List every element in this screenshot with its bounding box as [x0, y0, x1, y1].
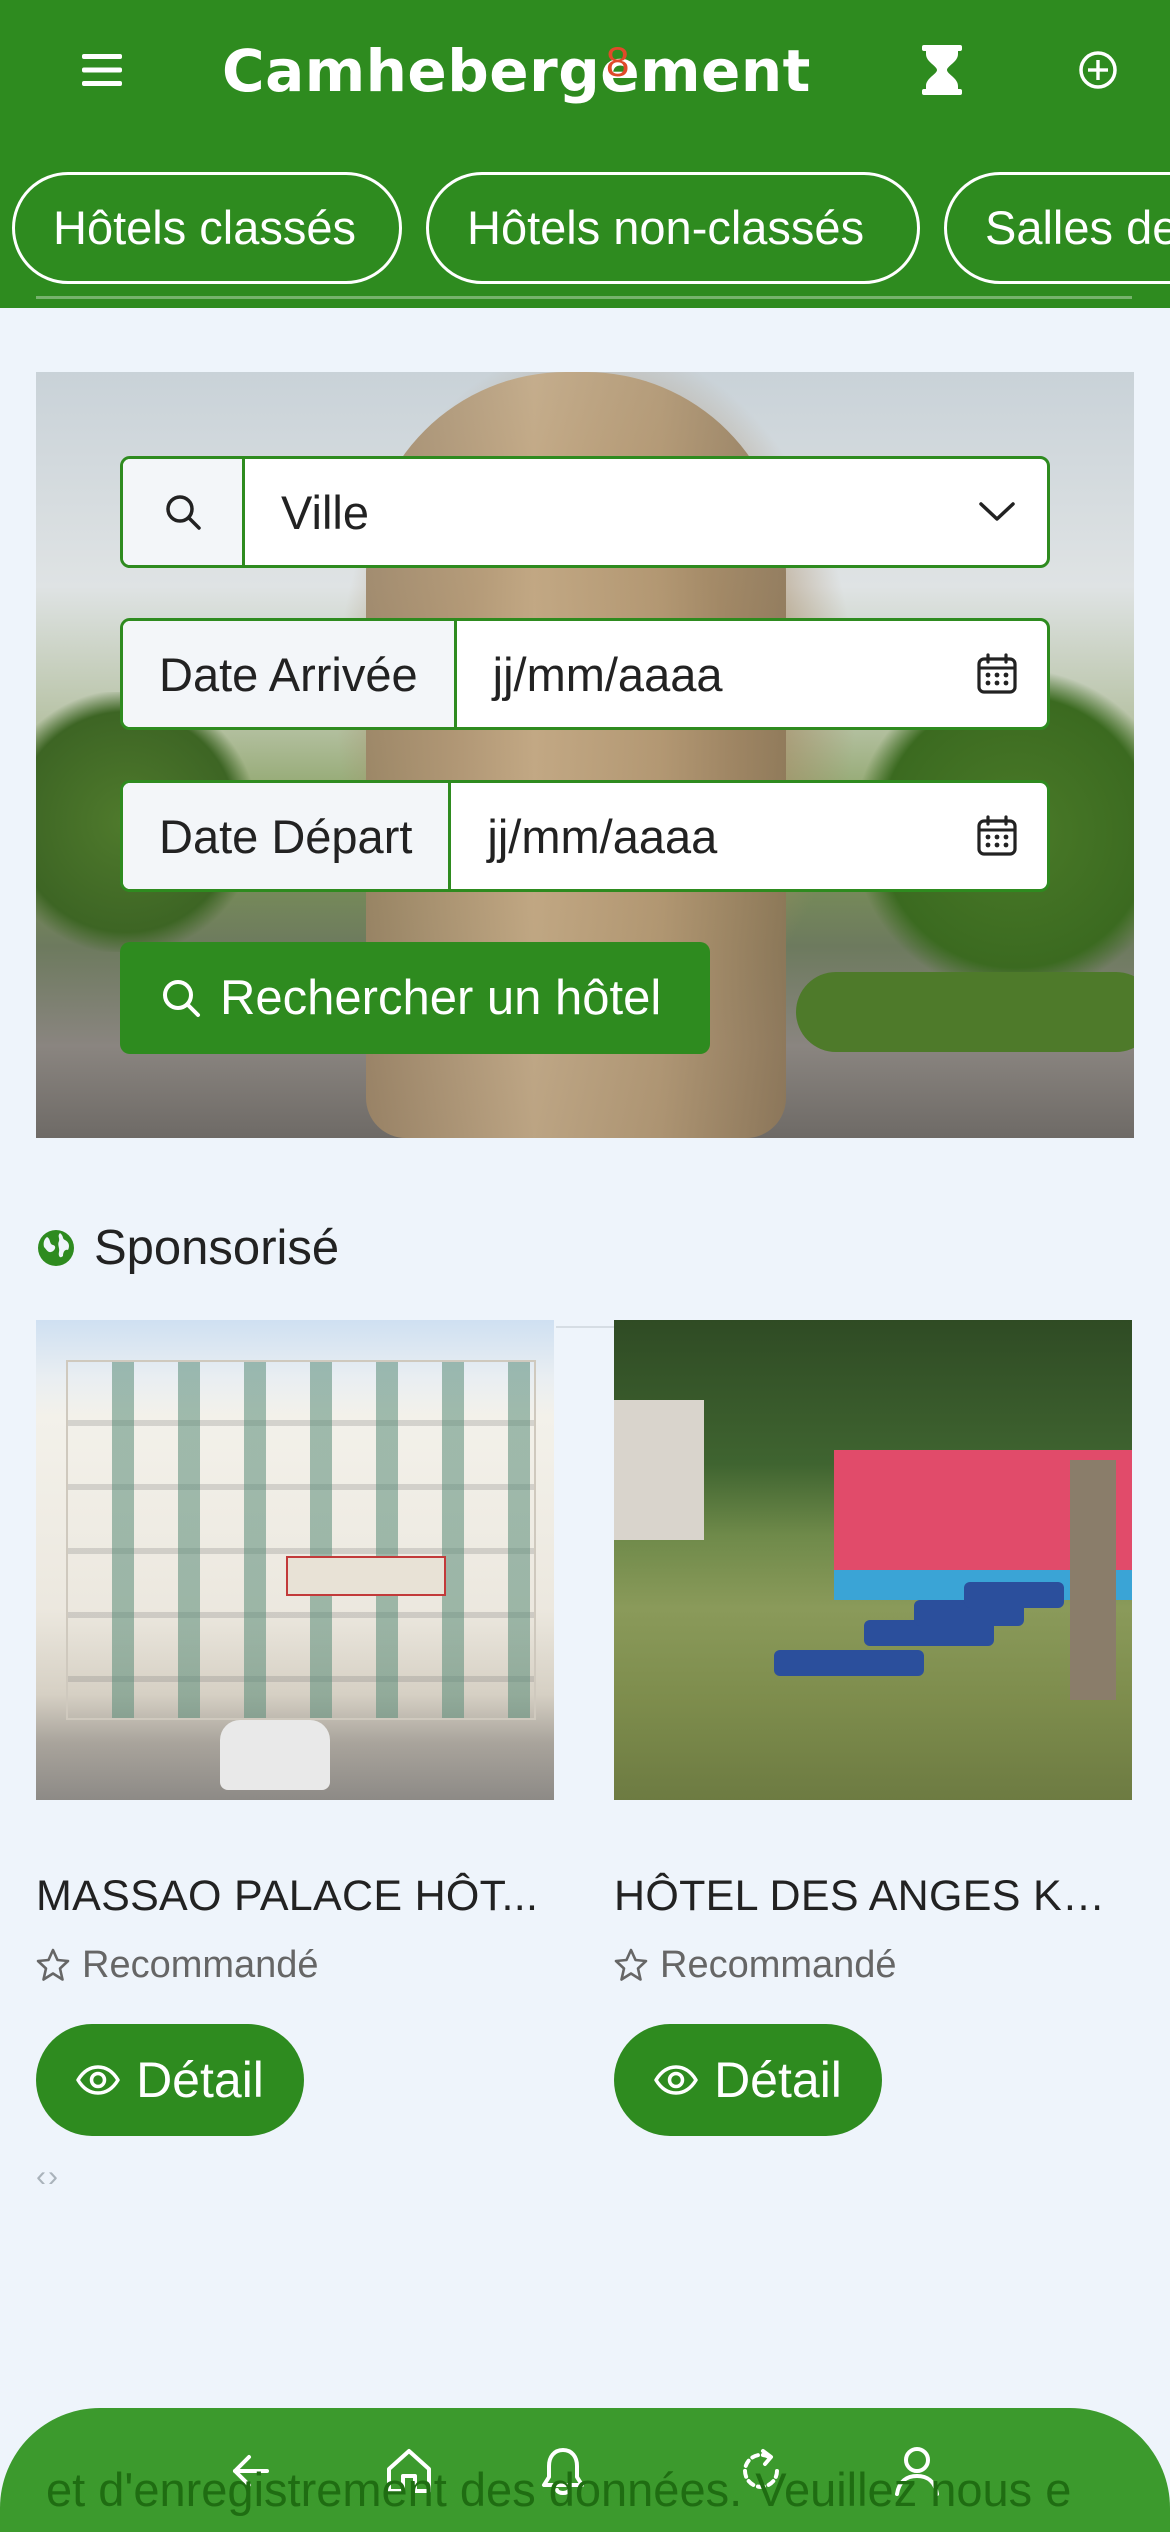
detail-button[interactable]: Détail	[36, 2024, 304, 2136]
hotel-sign	[286, 1556, 446, 1596]
history-button[interactable]	[910, 38, 974, 102]
arrival-date-input[interactable]: jj/mm/aaaa	[457, 621, 947, 727]
departure-date-input[interactable]: jj/mm/aaaa	[451, 783, 947, 889]
notification-count: 8	[606, 38, 630, 85]
hourglass-icon	[922, 45, 962, 95]
card-divider	[556, 1326, 614, 1328]
city-select-value: Ville	[281, 485, 369, 539]
sponsored-title: Sponsorisé	[94, 1221, 340, 1275]
app-title: Camhebergement	[222, 37, 811, 105]
arrival-date-label: Date Arrivée	[123, 621, 457, 727]
calendar-icon	[977, 815, 1017, 856]
background-building	[614, 1400, 704, 1540]
calendar-icon	[977, 653, 1017, 694]
marquee-text: et d'enregistrement des données. Veuille…	[46, 2463, 1072, 2516]
star-icon	[36, 1948, 70, 1981]
star-icon	[614, 1948, 648, 1981]
search-hotel-button[interactable]: Rechercher un hôtel	[120, 942, 710, 1054]
add-button[interactable]	[1066, 38, 1130, 102]
detail-button-label: Détail	[136, 2052, 264, 2108]
recommended-badge: Recommandé	[614, 1940, 1132, 1990]
departure-date-field[interactable]: Date Départ jj/mm/aaaa	[120, 780, 1050, 892]
hamburger-menu-icon	[82, 54, 122, 86]
hotel-photo[interactable]	[36, 1320, 554, 1800]
globe-icon	[38, 1230, 74, 1266]
recommended-label: Recommandé	[660, 1943, 897, 1986]
app-bar: Camhebergement Hôtels classés Hôtels non…	[0, 0, 1170, 308]
tree-trunk	[1070, 1460, 1116, 1700]
hotel-building	[66, 1360, 536, 1720]
arrival-calendar-button[interactable]	[947, 621, 1047, 727]
recommended-label: Recommandé	[82, 1943, 319, 1986]
hotel-card[interactable]: HÔTEL DES ANGES KRI... Recommandé Détail	[614, 1320, 1132, 2136]
city-select[interactable]: Ville	[120, 456, 1050, 568]
menu-button[interactable]	[70, 38, 134, 102]
chip-salles[interactable]: Salles de	[944, 172, 1170, 284]
detail-button-label: Détail	[714, 2052, 842, 2108]
chip-hotels-classes[interactable]: Hôtels classés	[12, 172, 402, 284]
hotel-name[interactable]: MASSAO PALACE HÔT...	[36, 1866, 554, 1926]
plus-circle-icon	[1079, 51, 1117, 89]
recommended-badge: Recommandé	[36, 1940, 554, 1990]
hotel-name[interactable]: HÔTEL DES ANGES KRI...	[614, 1866, 1132, 1926]
detail-button[interactable]: Détail	[614, 2024, 882, 2136]
category-chips: Hôtels classés Hôtels non-classés Salles…	[0, 170, 1170, 286]
carousel-nav[interactable]: ‹›	[36, 2160, 60, 2194]
sun-lounger	[774, 1650, 924, 1676]
car	[220, 1720, 330, 1790]
hotel-photo[interactable]	[614, 1320, 1132, 1800]
arrival-date-field[interactable]: Date Arrivée jj/mm/aaaa	[120, 618, 1050, 730]
sun-lounger	[964, 1582, 1064, 1608]
departure-date-label: Date Départ	[123, 783, 452, 889]
chips-scroll-indicator	[36, 296, 1132, 299]
city-dropdown-toggle[interactable]	[947, 459, 1047, 565]
sponsored-heading: Sponsorisé	[36, 1216, 339, 1280]
search-icon	[163, 980, 200, 1017]
search-hero: Ville Date Arrivée jj/mm/aaaa Date Dépar…	[36, 372, 1134, 1138]
hotel-card[interactable]: MASSAO PALACE HÔT... Recommandé Détail	[36, 1320, 554, 2136]
search-icon	[165, 495, 201, 530]
search-hotel-button-label: Rechercher un hôtel	[220, 971, 662, 1025]
eye-icon	[654, 2065, 698, 2095]
eye-icon	[76, 2065, 120, 2095]
chevron-down-icon	[979, 502, 1015, 521]
hero-background-hedge	[796, 972, 1134, 1052]
city-addon	[123, 459, 245, 565]
chip-hotels-non-classes[interactable]: Hôtels non-classés	[426, 172, 920, 284]
departure-calendar-button[interactable]	[947, 783, 1047, 889]
